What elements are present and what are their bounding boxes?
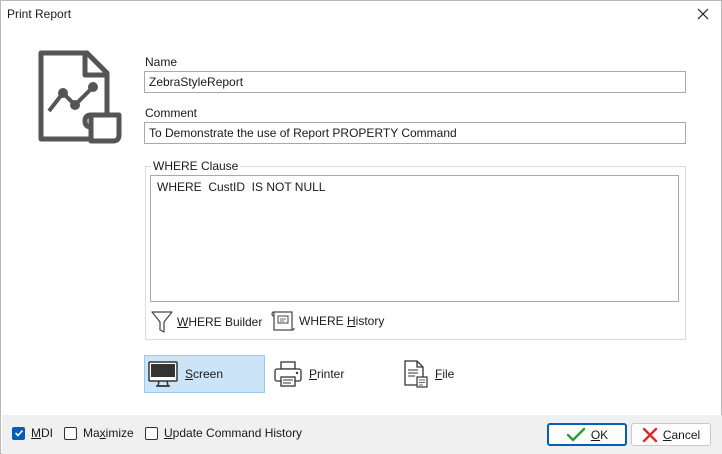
output-screen-button[interactable]: Screen — [144, 355, 265, 393]
mdi-checkbox[interactable]: MDI — [12, 426, 53, 440]
close-button[interactable] — [691, 3, 715, 25]
where-builder-button[interactable]: WHERE Builder — [151, 310, 262, 334]
name-label: Name — [145, 55, 178, 69]
screen-accel: S — [185, 367, 194, 381]
filter-funnel-icon — [151, 311, 173, 333]
comment-field[interactable] — [144, 122, 686, 144]
update-history-checkbox-box[interactable] — [145, 426, 158, 440]
mdi-accel: M — [31, 426, 41, 440]
report-document-icon — [38, 50, 122, 144]
screen-label: creen — [193, 367, 224, 381]
maximize-checkbox[interactable]: Maximize — [64, 426, 134, 440]
printer-label: rinter — [317, 367, 345, 381]
history-scroll-icon — [271, 311, 295, 331]
comment-label: Comment — [145, 106, 198, 120]
maximize-label: imize — [105, 426, 134, 440]
maximize-checkbox-box[interactable] — [64, 426, 77, 440]
where-clause-label: WHERE Clause — [151, 159, 241, 173]
window-title: Print Report — [7, 7, 72, 21]
where-clause-input[interactable]: WHERE CustID IS NOT NULL — [150, 175, 679, 302]
close-icon — [697, 8, 709, 20]
where-history-accel: H — [347, 314, 356, 328]
name-field[interactable] — [144, 71, 686, 93]
update-history-label: pdate Command History — [172, 426, 303, 440]
ok-accel: O — [590, 427, 601, 442]
output-printer-button[interactable]: Printer — [271, 355, 371, 393]
file-document-icon — [404, 360, 428, 388]
title-bar: Print Report — [1, 1, 721, 29]
where-builder-label: HERE Builder — [188, 315, 263, 329]
cancel-label: ancel — [671, 427, 701, 442]
mdi-label: DI — [41, 426, 53, 440]
where-history-label: istory — [355, 314, 385, 328]
mdi-checkbox-box[interactable] — [12, 426, 25, 440]
output-file-button[interactable]: File — [399, 355, 479, 393]
cancel-x-icon — [642, 427, 658, 442]
maximize-pre: Ma — [83, 426, 100, 440]
where-history-button[interactable]: WHERE History — [271, 310, 384, 332]
ok-checkmark-icon — [566, 427, 586, 441]
checkmark-icon — [14, 429, 23, 437]
file-label: ile — [442, 367, 455, 381]
cancel-button[interactable]: Cancel — [631, 423, 711, 446]
where-history-pre: WHERE — [299, 314, 347, 328]
ok-button[interactable]: OK — [547, 423, 627, 446]
update-history-accel: U — [164, 426, 173, 440]
printer-icon — [274, 361, 302, 387]
ok-label: K — [600, 427, 609, 442]
where-builder-accel: W — [177, 315, 189, 329]
print-report-dialog: Print Report Name Comment WHERE Clause W… — [0, 0, 722, 454]
printer-accel: P — [309, 367, 318, 381]
monitor-icon — [148, 361, 178, 387]
update-history-checkbox[interactable]: Update Command History — [145, 426, 302, 440]
